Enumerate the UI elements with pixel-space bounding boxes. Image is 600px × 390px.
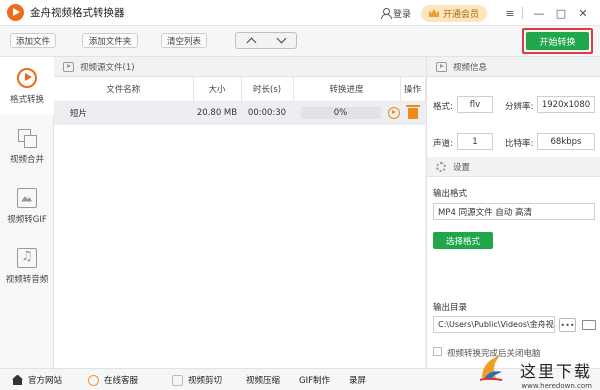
channel-label: 声道: bbox=[433, 139, 453, 149]
toolbar: 添加文件 添加文件夹 清空列表 bbox=[0, 26, 600, 57]
login-label: 登录 bbox=[392, 9, 411, 20]
sidebar-item-video-merge[interactable]: 视频合并 bbox=[0, 117, 54, 175]
login-button[interactable]: 登录 bbox=[380, 7, 411, 20]
close-icon[interactable]: ✕ bbox=[574, 4, 592, 22]
watermark-text: 这里下载 bbox=[519, 362, 592, 381]
file-panel-title: 视频源文件(1) bbox=[80, 62, 135, 73]
play-icon bbox=[17, 67, 37, 88]
bitrate-label: 比特率: bbox=[505, 139, 534, 149]
watermark: 这里下载 www.heredown.com bbox=[478, 352, 600, 390]
app-title: 金舟视频格式转换器 bbox=[30, 7, 125, 19]
divider bbox=[522, 7, 523, 19]
bitrate-value: 68kbps bbox=[537, 133, 595, 150]
file-name-cell: 短片 bbox=[54, 101, 194, 125]
title-bar-controls: 登录 开通会员 ≡ — □ ✕ bbox=[380, 0, 592, 26]
chevron-up-icon bbox=[246, 37, 256, 48]
column-header-progress: 转换进度 bbox=[293, 77, 401, 102]
chevron-down-icon bbox=[276, 33, 286, 44]
file-panel-header: 视频源文件(1) bbox=[54, 57, 425, 77]
music-note-icon bbox=[17, 247, 37, 268]
file-duration-cell: 00:00:30 bbox=[241, 101, 294, 125]
progress-bar: 0% bbox=[300, 107, 381, 120]
add-folder-button[interactable]: 添加文件夹 bbox=[82, 33, 138, 48]
file-list-panel: 视频源文件(1) 文件名称 大小 时长(s) 转换进度 操作 短片 20.80 … bbox=[54, 57, 426, 368]
move-down-button[interactable] bbox=[266, 33, 296, 48]
reorder-buttons bbox=[235, 32, 297, 49]
output-format-field[interactable]: MP4 同源文件 自动 高清 bbox=[433, 203, 595, 220]
file-table: 文件名称 大小 时长(s) 转换进度 操作 短片 20.80 MB 00:00:… bbox=[54, 77, 426, 125]
settings-header: 设置 bbox=[427, 157, 600, 177]
shutdown-checkbox[interactable] bbox=[433, 347, 442, 356]
video-compress-link[interactable]: 视频压缩 bbox=[246, 374, 280, 386]
column-header-actions: 操作 bbox=[400, 77, 426, 102]
vip-label: 开通会员 bbox=[442, 9, 479, 20]
headset-icon bbox=[88, 374, 99, 386]
crown-icon bbox=[428, 9, 439, 17]
file-size-cell: 20.80 MB bbox=[193, 101, 242, 125]
online-service-label: 在线客服 bbox=[104, 376, 139, 386]
online-service-link[interactable]: 在线客服 bbox=[88, 374, 138, 386]
sidebar-item-label: 视频转GIF bbox=[7, 214, 47, 225]
sidebar-item-label: 视频转音频 bbox=[5, 274, 49, 285]
video-icon bbox=[436, 61, 447, 72]
play-icon[interactable] bbox=[387, 107, 400, 120]
user-icon bbox=[380, 8, 392, 19]
maximize-icon[interactable]: □ bbox=[552, 4, 570, 22]
merge-icon bbox=[17, 128, 37, 148]
image-icon bbox=[17, 187, 37, 208]
trash-icon[interactable] bbox=[405, 104, 420, 119]
video-cut-label: 视频剪切 bbox=[188, 376, 223, 386]
scissors-icon bbox=[172, 374, 183, 386]
video-info-title: 视频信息 bbox=[453, 62, 488, 73]
video-info-header: 视频信息 bbox=[427, 57, 600, 77]
format-value: flv bbox=[457, 96, 493, 113]
file-progress-cell: 0% bbox=[293, 101, 401, 125]
resolution-value: 1920x1080 bbox=[537, 96, 595, 113]
gear-icon bbox=[436, 161, 446, 172]
move-up-button[interactable] bbox=[236, 33, 266, 48]
sidebar: 格式转换 视频合并 视频转GIF 视频转音频 bbox=[0, 57, 54, 368]
record-screen-link[interactable]: 录屏 bbox=[349, 374, 366, 386]
folder-icon[interactable] bbox=[582, 320, 596, 330]
table-row[interactable]: 短片 20.80 MB 00:00:30 0% bbox=[54, 101, 426, 125]
gif-make-label: GIF制作 bbox=[299, 376, 330, 386]
record-screen-label: 录屏 bbox=[349, 376, 367, 386]
sidebar-item-label: 视频合并 bbox=[9, 154, 44, 165]
column-header-name: 文件名称 bbox=[54, 77, 194, 102]
gif-make-link[interactable]: GIF制作 bbox=[299, 374, 330, 386]
video-cut-link[interactable]: 视频剪切 bbox=[172, 374, 222, 386]
home-icon bbox=[12, 375, 23, 386]
video-compress-label: 视频压缩 bbox=[246, 376, 281, 386]
column-header-duration: 时长(s) bbox=[241, 77, 294, 102]
file-actions-cell bbox=[400, 101, 426, 125]
title-bar: 金舟视频格式转换器 登录 开通会员 ≡ — □ ✕ bbox=[0, 0, 600, 26]
watermark-logo-icon bbox=[479, 356, 503, 381]
output-dir-field[interactable]: C:\Users\Public\Videos\金舟视 bbox=[433, 316, 555, 333]
sidebar-item-video-to-gif[interactable]: 视频转GIF bbox=[0, 177, 54, 235]
settings-title: 设置 bbox=[453, 162, 471, 173]
menu-icon[interactable]: ≡ bbox=[501, 4, 519, 22]
vip-button[interactable]: 开通会员 bbox=[420, 4, 487, 22]
official-site-link[interactable]: 官方网站 bbox=[12, 374, 62, 386]
sidebar-item-format-convert[interactable]: 格式转换 bbox=[0, 57, 54, 115]
video-icon bbox=[63, 61, 74, 72]
channel-value: 1 bbox=[457, 133, 493, 150]
right-panel: 视频信息 格式: flv 分辨率: 1920x1080 声道: 1 比特率: 6… bbox=[426, 57, 600, 368]
app-logo-icon bbox=[7, 4, 24, 21]
output-format-label: 输出格式 bbox=[433, 189, 468, 199]
official-site-label: 官方网站 bbox=[28, 376, 63, 386]
start-convert-button[interactable]: 开始转换 bbox=[526, 32, 589, 50]
browse-button[interactable]: ••• bbox=[559, 318, 576, 332]
output-dir-label: 输出目录 bbox=[433, 303, 468, 313]
sidebar-item-label: 格式转换 bbox=[9, 94, 44, 105]
choose-format-button[interactable]: 选择格式 bbox=[433, 232, 493, 249]
resolution-label: 分辨率: bbox=[505, 102, 534, 112]
clear-list-button[interactable]: 清空列表 bbox=[161, 33, 207, 48]
format-label: 格式: bbox=[433, 102, 453, 112]
sidebar-item-video-to-audio[interactable]: 视频转音频 bbox=[0, 237, 54, 295]
minimize-icon[interactable]: — bbox=[530, 4, 548, 22]
column-header-size: 大小 bbox=[193, 77, 242, 102]
watermark-url: www.heredown.com bbox=[521, 382, 592, 390]
add-file-button[interactable]: 添加文件 bbox=[10, 33, 56, 48]
